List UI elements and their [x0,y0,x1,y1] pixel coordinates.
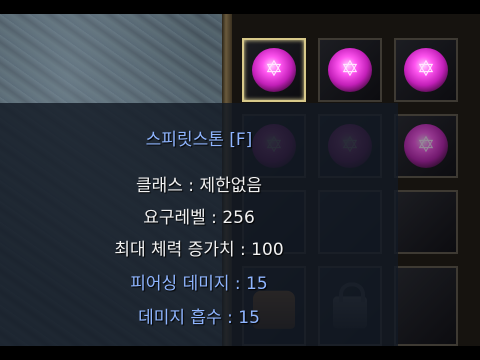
letterbox-top [0,0,480,14]
inventory-slot[interactable]: ✡ [242,38,306,102]
inventory-slot[interactable] [394,266,458,346]
item-name: 스피릿스톤 [F] [145,130,253,150]
spirit-stone-icon: ✡ [252,48,296,92]
spirit-stone-icon: ✡ [404,124,448,168]
inventory-slot[interactable]: ✡ [394,38,458,102]
stat-max-hp-bonus: 최대 체력 증가치 : 100 [114,240,284,260]
stat-damage-absorption: 데미지 흡수 : 15 [138,308,260,328]
letterbox-bottom [0,346,480,360]
spirit-stone-icon: ✡ [328,48,372,92]
stat-required-level: 요구레벨 : 256 [143,208,255,228]
inventory-slot[interactable]: ✡ [318,38,382,102]
item-tooltip: 스피릿스톤 [F] 클래스 : 제한없음 요구레벨 : 256 최대 체력 증가… [0,103,398,346]
inventory-slot[interactable] [394,190,458,254]
spirit-stone-icon: ✡ [404,48,448,92]
inventory-slot[interactable]: ✡ [394,114,458,178]
stat-class-restriction: 클래스 : 제한없음 [135,176,262,196]
stat-piercing-damage: 피어싱 데미지 : 15 [130,274,268,294]
